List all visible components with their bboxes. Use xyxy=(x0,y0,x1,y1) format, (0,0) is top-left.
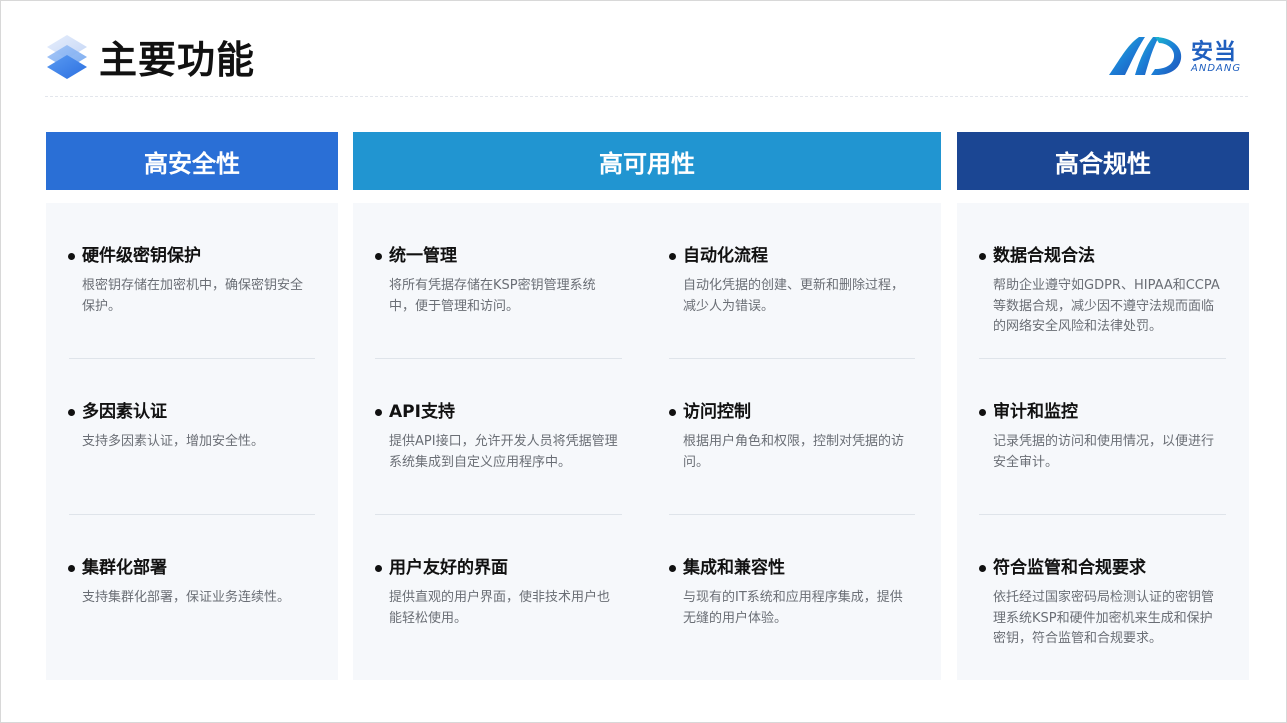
bullet-icon xyxy=(979,564,986,572)
feature-description: 根据用户角色和权限，控制对凭据的访问。 xyxy=(683,434,905,470)
column-body-security: 硬件级密钥保护 根密钥存储在加密机中，确保密钥安全保护。 多因素认证 支持多因素… xyxy=(46,203,338,680)
logo-subtitle: ANDANG xyxy=(1191,63,1242,74)
feature-item: 集群化部署 支持集群化部署，保证业务连续性。 xyxy=(68,557,313,609)
feature-title: 集成和兼容性 xyxy=(683,558,785,578)
feature-item: 自动化流程 自动化凭据的创建、更新和删除过程，减少人为错误。 xyxy=(669,245,914,317)
feature-description: 记录凭据的访问和使用情况，以便进行安全审计。 xyxy=(993,434,1215,470)
bullet-icon xyxy=(669,408,676,416)
bullet-icon xyxy=(979,408,986,416)
feature-description: 提供直观的用户界面，使非技术用户也能轻松使用。 xyxy=(389,590,611,626)
feature-title: 数据合规合法 xyxy=(993,246,1095,266)
divider xyxy=(375,358,622,359)
feature-description: 提供API接口，允许开发人员将凭据管理系统集成到自定义应用程序中。 xyxy=(389,434,618,470)
bullet-icon xyxy=(68,564,75,572)
divider xyxy=(69,514,315,515)
feature-description: 将所有凭据存储在KSP密钥管理系统中，便于管理和访问。 xyxy=(389,278,596,314)
bullet-icon xyxy=(68,408,75,416)
feature-item: 用户友好的界面 提供直观的用户界面，使非技术用户也能轻松使用。 xyxy=(375,557,620,629)
divider xyxy=(669,514,915,515)
feature-item: 多因素认证 支持多因素认证，增加安全性。 xyxy=(68,401,313,453)
feature-title: 多因素认证 xyxy=(82,402,167,422)
feature-title: 硬件级密钥保护 xyxy=(82,246,201,266)
divider xyxy=(979,358,1226,359)
feature-item: 访问控制 根据用户角色和权限，控制对凭据的访问。 xyxy=(669,401,914,473)
feature-title: 用户友好的界面 xyxy=(389,558,508,578)
column-body-compliance: 数据合规合法 帮助企业遵守如GDPR、HIPAA和CCPA等数据合规，减少因不遵… xyxy=(957,203,1249,680)
feature-item: 审计和监控 记录凭据的访问和使用情况，以便进行安全审计。 xyxy=(979,401,1224,473)
feature-title: 自动化流程 xyxy=(683,246,768,266)
bullet-icon xyxy=(979,252,986,260)
feature-item: 统一管理 将所有凭据存储在KSP密钥管理系统中，便于管理和访问。 xyxy=(375,245,620,317)
feature-description: 与现有的IT系统和应用程序集成，提供无缝的用户体验。 xyxy=(683,590,903,626)
divider xyxy=(375,514,622,515)
divider xyxy=(979,514,1226,515)
header-divider xyxy=(45,96,1248,97)
company-logo: 安当 ANDANG xyxy=(1105,31,1250,79)
page-title: 主要功能 xyxy=(99,38,256,82)
andang-logo-icon xyxy=(1109,37,1182,75)
layers-icon xyxy=(47,35,87,79)
bullet-icon xyxy=(375,564,382,572)
bullet-icon xyxy=(669,564,676,572)
feature-item: 数据合规合法 帮助企业遵守如GDPR、HIPAA和CCPA等数据合规，减少因不遵… xyxy=(979,245,1224,338)
bullet-icon xyxy=(375,252,382,260)
feature-title: 集群化部署 xyxy=(82,558,167,578)
column-header-compliance: 高合规性 xyxy=(957,132,1249,190)
feature-description: 支持集群化部署，保证业务连续性。 xyxy=(82,590,291,605)
divider xyxy=(69,358,315,359)
logo-name: 安当 xyxy=(1191,40,1238,65)
feature-description: 支持多因素认证，增加安全性。 xyxy=(82,434,265,449)
column-body-availability: 统一管理 将所有凭据存储在KSP密钥管理系统中，便于管理和访问。 自动化流程 自… xyxy=(353,203,941,680)
feature-title: API支持 xyxy=(389,402,455,422)
bullet-icon xyxy=(68,252,75,260)
bullet-icon xyxy=(669,252,676,260)
divider xyxy=(669,358,915,359)
feature-title: 审计和监控 xyxy=(993,402,1078,422)
feature-description: 自动化凭据的创建、更新和删除过程，减少人为错误。 xyxy=(683,278,905,314)
feature-title: 统一管理 xyxy=(389,246,457,266)
feature-description: 依托经过国家密码局检测认证的密钥管理系统KSP和硬件加密机来生成和保护密钥，符合… xyxy=(993,590,1215,646)
column-header-security: 高安全性 xyxy=(46,132,338,190)
bullet-icon xyxy=(375,408,382,416)
feature-description: 帮助企业遵守如GDPR、HIPAA和CCPA等数据合规，减少因不遵守法规而面临的… xyxy=(993,278,1220,334)
column-header-availability: 高可用性 xyxy=(353,132,941,190)
feature-item: 硬件级密钥保护 根密钥存储在加密机中，确保密钥安全保护。 xyxy=(68,245,313,317)
feature-item: 符合监管和合规要求 依托经过国家密码局检测认证的密钥管理系统KSP和硬件加密机来… xyxy=(979,557,1224,650)
feature-title: 符合监管和合规要求 xyxy=(993,558,1146,578)
feature-item: API支持 提供API接口，允许开发人员将凭据管理系统集成到自定义应用程序中。 xyxy=(375,401,620,473)
feature-title: 访问控制 xyxy=(683,402,751,422)
feature-item: 集成和兼容性 与现有的IT系统和应用程序集成，提供无缝的用户体验。 xyxy=(669,557,914,629)
feature-description: 根密钥存储在加密机中，确保密钥安全保护。 xyxy=(82,278,304,314)
slide: 主要功能 安当 ANDANG 高安全性 高可用性 高合规性 硬件级密钥保护 根密… xyxy=(0,0,1287,723)
header: 主要功能 安当 ANDANG xyxy=(1,1,1286,101)
